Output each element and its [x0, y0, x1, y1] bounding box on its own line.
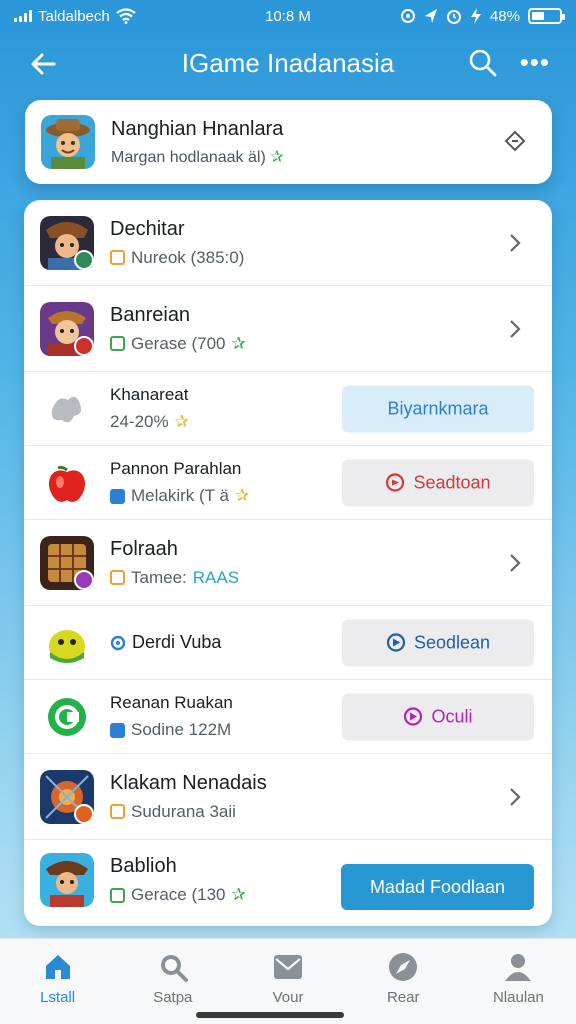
- button-label: Biyarnkmara: [387, 398, 489, 418]
- wifi-icon: [116, 8, 136, 24]
- list-item[interactable]: Reanan Ruakan Sodine 122M Oculi: [24, 680, 552, 754]
- list-item[interactable]: Bablioh Gerace (130 ✰ Madad Foodlaan: [24, 840, 552, 920]
- carrier-name: Taldalbech: [38, 7, 110, 25]
- tag-icon[interactable]: [502, 128, 528, 154]
- game-name: Klakam Nenadais: [110, 771, 267, 794]
- nav-label: Rear: [386, 989, 420, 1006]
- button-label: Seadtoan: [413, 472, 491, 492]
- list-item[interactable]: Dechitar Nureok (385:0): [24, 200, 552, 286]
- user-icon: [505, 954, 532, 981]
- play-circle-icon: [386, 633, 406, 652]
- game-meta: Gerace (130: [131, 885, 226, 904]
- nav-label: Nlaulan: [492, 989, 544, 1006]
- game-meta: 24-20%: [110, 412, 169, 431]
- check-icon: [110, 722, 125, 738]
- chevron-right-icon[interactable]: [506, 783, 524, 811]
- category-icon: [110, 250, 125, 265]
- game-name: Reanan Ruakan: [110, 693, 233, 712]
- chevron-right-icon[interactable]: [506, 315, 524, 343]
- game-meta: Melakirk (T ä: [131, 486, 229, 505]
- radio-icon: [110, 635, 126, 650]
- game-icon: [40, 769, 94, 824]
- game-name: Pannon Parahlan: [110, 459, 242, 478]
- battery-percent: 48%: [489, 7, 520, 25]
- chevron-right-icon[interactable]: [506, 549, 524, 577]
- game-action-button[interactable]: Madad Foodlaan: [341, 864, 534, 910]
- nav-item-profile[interactable]: Nlaulan: [461, 939, 576, 1024]
- game-name: Banreian: [110, 303, 191, 326]
- charging-icon: [470, 8, 481, 24]
- nav-item-compass[interactable]: Rear: [346, 939, 461, 1024]
- list-item[interactable]: Pannon Parahlan Melakirk (T ä ✰ Seadtoan: [24, 446, 552, 520]
- game-meta: Gerase (700: [131, 333, 226, 353]
- game-action-button[interactable]: Biyarnkmara: [342, 385, 534, 432]
- play-circle-icon: [404, 707, 423, 726]
- game-name: Folraah: [110, 537, 178, 560]
- button-label: Seodlean: [413, 632, 491, 652]
- game-icon: [40, 215, 94, 270]
- location-icon: [424, 9, 437, 23]
- apple-icon: [48, 465, 86, 502]
- nav-label: Vour: [272, 989, 304, 1006]
- game-name: Khanareat: [110, 385, 189, 404]
- battery-icon: [528, 8, 565, 24]
- featured-game-card[interactable]: Nanghian Hnanlara Margan hodlanaak äl) ✰: [25, 100, 552, 184]
- nav-item-home[interactable]: Lstall: [0, 939, 115, 1024]
- featured-subtitle: Margan hodlanaak äl): [111, 148, 266, 166]
- category-icon: [110, 887, 125, 903]
- game-meta-accent: RAAS: [192, 567, 240, 587]
- list-item[interactable]: Khanareat 24-20% ✰ Biyarnkmara: [24, 372, 552, 446]
- game-icon: [40, 301, 94, 356]
- game-action-button[interactable]: Oculi: [342, 693, 534, 740]
- list-item[interactable]: Folraah Tamee: RAAS: [24, 520, 552, 606]
- list-item[interactable]: Derdi Vuba Seodlean: [24, 606, 552, 680]
- category-icon: [110, 570, 125, 585]
- game-icon: [40, 535, 94, 590]
- star-icon: ✰: [174, 412, 189, 431]
- game-name: Bablioh: [110, 855, 177, 877]
- search-icon: [160, 955, 188, 982]
- game-meta: Tamee:: [131, 567, 187, 587]
- nav-label: Satpa: [153, 989, 193, 1006]
- featured-game-icon: [41, 115, 95, 169]
- leaf-icon: [51, 396, 82, 422]
- game-list: Dechitar Nureok (385:0) Banreian Gerase …: [24, 200, 552, 926]
- search-icon[interactable]: [468, 48, 498, 78]
- game-icon: [40, 853, 94, 907]
- chevron-right-icon[interactable]: [506, 229, 524, 257]
- home-icon: [45, 955, 70, 979]
- status-bar: Taldalbech 10:8 M 48%: [0, 0, 576, 32]
- more-options-icon[interactable]: •••: [520, 48, 550, 76]
- mail-icon: [274, 955, 302, 979]
- alarm-icon: [446, 10, 461, 24]
- star-icon: ✰: [270, 148, 284, 166]
- signal-icon: [14, 10, 32, 22]
- home-indicator[interactable]: [196, 1012, 344, 1018]
- game-meta: Sudurana 3aii: [131, 801, 236, 821]
- star-icon: ✰: [234, 486, 250, 505]
- list-item[interactable]: Klakam Nenadais Sudurana 3aii: [24, 754, 552, 840]
- category-icon: [110, 336, 125, 351]
- game-action-button[interactable]: Seadtoan: [342, 459, 534, 506]
- game-meta: Sodine 122M: [131, 720, 232, 739]
- play-circle-icon: [386, 473, 405, 492]
- app-header: IGame Inadanasia •••: [0, 36, 576, 92]
- star-icon: ✰: [231, 885, 246, 904]
- button-label: Madad Foodlaan: [369, 876, 506, 897]
- featured-title: Nanghian Hnanlara: [111, 117, 284, 140]
- game-meta: Nureok (385:0): [131, 247, 245, 267]
- game-icon: [48, 697, 86, 736]
- category-icon: [110, 804, 125, 819]
- game-name: Dechitar: [110, 217, 185, 240]
- check-icon: [110, 488, 125, 504]
- button-label: Oculi: [431, 706, 473, 726]
- star-icon: ✰: [231, 333, 246, 353]
- compass-icon: [389, 953, 418, 981]
- sync-icon: [400, 9, 415, 23]
- game-icon: [49, 629, 85, 663]
- game-meta: Derdi Vuba: [132, 632, 222, 652]
- game-action-button[interactable]: Seodlean: [342, 619, 534, 666]
- list-item[interactable]: Banreian Gerase (700 ✰: [24, 286, 552, 372]
- nav-label: Lstall: [40, 989, 76, 1006]
